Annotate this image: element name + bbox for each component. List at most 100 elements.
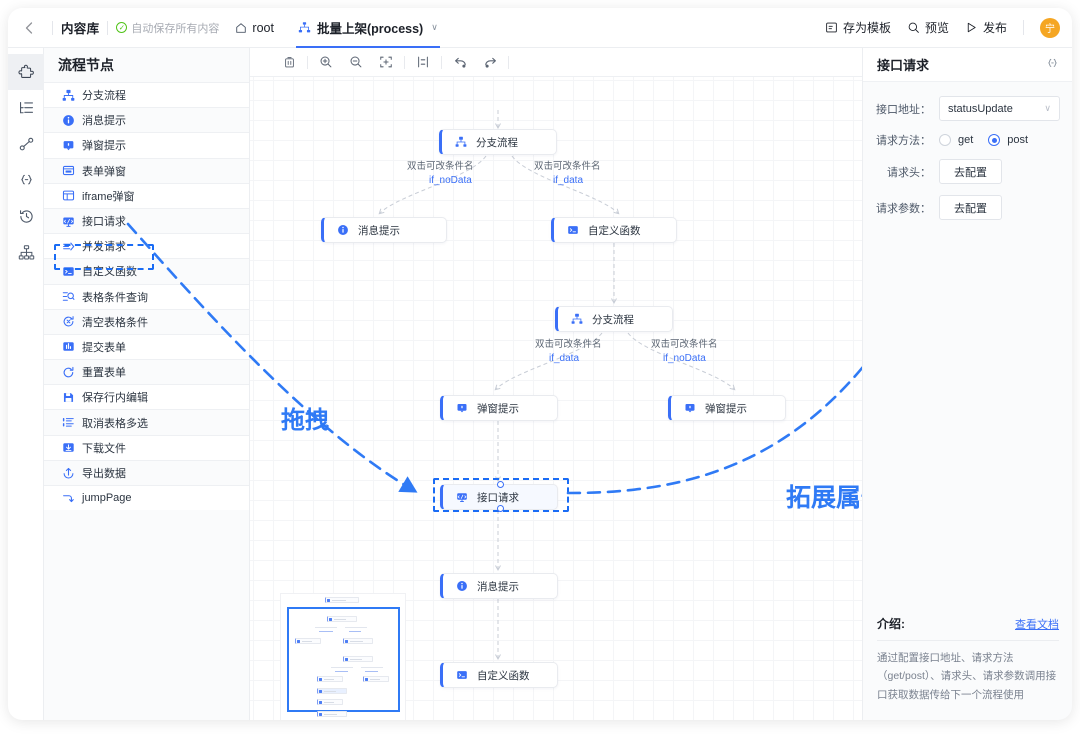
- submit-icon: [62, 340, 75, 353]
- divider: [1023, 20, 1024, 35]
- function-icon: [566, 224, 579, 237]
- node-anchor-bottom[interactable]: [497, 505, 504, 512]
- node-panel-item[interactable]: 表单弹窗: [44, 157, 249, 183]
- rail-item-sitemap[interactable]: [8, 234, 44, 270]
- rail-item-link[interactable]: [8, 126, 44, 162]
- radio-post[interactable]: [988, 134, 1001, 146]
- url-label: 接口地址：: [876, 103, 931, 116]
- flow-node[interactable]: 分支流程: [439, 129, 557, 155]
- reset-icon: [62, 366, 75, 379]
- back-button[interactable]: [14, 8, 44, 48]
- flow-node-label: 消息提示: [358, 224, 400, 237]
- node-panel-item[interactable]: jumpPage: [44, 485, 249, 511]
- breadcrumb-root[interactable]: root: [235, 21, 274, 35]
- branch-icon: [454, 136, 467, 149]
- preview-button[interactable]: 预览: [907, 19, 949, 36]
- save-icon: [62, 391, 75, 404]
- property-panel: 接口请求 接口地址： statusUpdate ∨ 请求方法： get post…: [862, 48, 1072, 720]
- avatar[interactable]: 宁: [1040, 17, 1060, 38]
- rail-item-tree-list[interactable]: [8, 90, 44, 126]
- node-panel-item[interactable]: 清空表格条件: [44, 308, 249, 334]
- dialog-icon: [455, 402, 468, 415]
- params-config-button[interactable]: 去配置: [939, 195, 1002, 220]
- zoom-out-button[interactable]: [341, 48, 371, 77]
- rail-item-history[interactable]: [8, 198, 44, 234]
- save-template-button[interactable]: 存为模板: [825, 19, 891, 36]
- zoom-out-icon: [350, 56, 362, 68]
- property-panel-title: 接口请求: [877, 58, 930, 73]
- rail-item-braces[interactable]: [8, 162, 44, 198]
- minimap[interactable]: [280, 593, 406, 720]
- node-panel-item-label: 清空表格条件: [82, 316, 148, 329]
- download-icon: [63, 443, 74, 452]
- node-panel-item[interactable]: 分支流程: [44, 82, 249, 108]
- flow-node[interactable]: 弹窗提示: [440, 395, 558, 421]
- info-icon: [336, 224, 349, 237]
- align-button[interactable]: [408, 48, 438, 77]
- node-panel-item[interactable]: 表格条件查询: [44, 283, 249, 309]
- view-doc-link[interactable]: 查看文档: [1015, 616, 1059, 632]
- download-icon: [62, 441, 75, 454]
- node-panel-item-label: 下载文件: [82, 442, 126, 455]
- node-panel-item[interactable]: iframe弹窗: [44, 182, 249, 208]
- field-row-method: 请求方法： get post: [869, 132, 1060, 148]
- redo-button[interactable]: [475, 48, 505, 77]
- braces-icon[interactable]: [1045, 56, 1060, 74]
- node-panel-item-label: 导出数据: [82, 467, 126, 480]
- flow-node[interactable]: 自定义函数: [551, 217, 677, 243]
- flow-canvas[interactable]: 分支流程 消息提示 自定义函数 分支流程 弹窗提示 弹窗提示 接口请求 消息提示 自定义函数 双…: [250, 48, 862, 720]
- flow-node[interactable]: 消息提示: [321, 217, 447, 243]
- node-panel-item[interactable]: 导出数据: [44, 459, 249, 485]
- undo-button[interactable]: [445, 48, 475, 77]
- branch-icon: [571, 313, 582, 324]
- puzzle-icon: [17, 64, 34, 78]
- radio-get[interactable]: [939, 134, 951, 146]
- publish-button[interactable]: 发布: [965, 19, 1007, 36]
- flow-node-label: 自定义函数: [588, 224, 641, 237]
- reset-icon: [63, 366, 74, 377]
- flow-node[interactable]: 自定义函数: [440, 662, 558, 688]
- edge-condition-label[interactable]: if_noData: [429, 175, 472, 186]
- edge-condition-label[interactable]: if_data: [549, 353, 579, 364]
- content-library-label[interactable]: 内容库: [61, 18, 99, 37]
- autosave-label: 自动保存所有内容: [131, 22, 220, 35]
- node-panel-item[interactable]: 消息提示: [44, 107, 249, 133]
- method-radio-group: get post: [939, 134, 1028, 146]
- fit-view-button[interactable]: [371, 48, 401, 77]
- function-icon: [567, 226, 578, 234]
- edge-condition-label[interactable]: if_noData: [663, 353, 706, 364]
- home-icon: [236, 22, 247, 33]
- node-panel-item[interactable]: 重置表单: [44, 359, 249, 385]
- tab-process[interactable]: 批量上架(process) ∨: [295, 8, 440, 48]
- node-anchor-top[interactable]: [497, 481, 504, 488]
- node-panel-item[interactable]: 提交表单: [44, 333, 249, 360]
- flow-node[interactable]: 弹窗提示: [668, 395, 786, 421]
- top-bar: 内容库 ✓ 自动保存所有内容 root 批量上架(process) ∨ 存为模板…: [8, 8, 1072, 48]
- node-panel-item[interactable]: 弹窗提示: [44, 132, 249, 158]
- edge-condition-label[interactable]: if_data: [553, 175, 583, 186]
- url-select[interactable]: statusUpdate ∨: [939, 96, 1060, 121]
- undo-icon: [454, 57, 466, 68]
- divider: [52, 20, 53, 35]
- chevron-down-icon[interactable]: ∨: [431, 22, 438, 33]
- node-panel-item[interactable]: 取消表格多选: [44, 409, 249, 435]
- dialog-icon: [63, 141, 74, 151]
- node-panel-item[interactable]: 接口请求: [44, 207, 249, 234]
- flow-node[interactable]: 分支流程: [555, 306, 673, 332]
- delete-button[interactable]: [274, 48, 304, 77]
- property-panel-header: 接口请求: [863, 48, 1072, 82]
- headers-label: 请求头：: [887, 166, 931, 179]
- branch-icon: [62, 89, 75, 101]
- zoom-in-button[interactable]: [311, 48, 341, 77]
- node-panel-list: 分支流程 消息提示 弹窗提示 表单弹窗 iframe弹窗 接口请求 并发请求 自定义函数 表格条…: [44, 82, 249, 720]
- rail-item-puzzle[interactable]: [8, 54, 44, 90]
- node-panel-item-label: 重置表单: [82, 367, 126, 380]
- zoom-in-icon: [320, 56, 332, 68]
- node-panel-item[interactable]: 下载文件: [44, 434, 249, 460]
- node-panel-item[interactable]: 保存行内编辑: [44, 384, 249, 410]
- node-panel-item-label: 接口请求: [82, 216, 126, 229]
- icon-rail: [8, 48, 44, 720]
- info-icon: [62, 114, 75, 127]
- headers-config-button[interactable]: 去配置: [939, 159, 1002, 184]
- flow-node[interactable]: 消息提示: [440, 573, 558, 599]
